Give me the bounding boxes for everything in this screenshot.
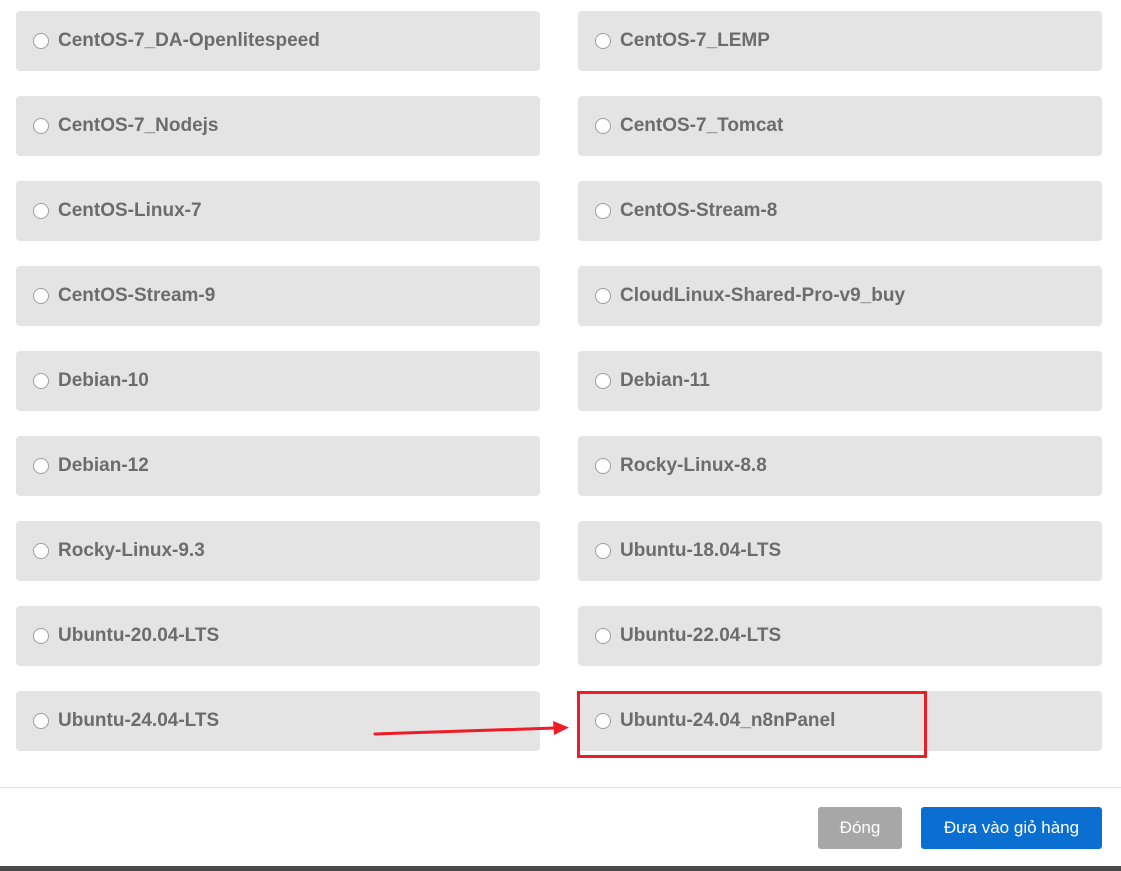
os-option-n8npanel[interactable]: Ubuntu-24.04_n8nPanel (578, 691, 1102, 751)
os-option-label: CentOS-Stream-9 (58, 285, 216, 306)
os-option[interactable]: Ubuntu-22.04-LTS (578, 606, 1102, 666)
radio-button[interactable] (595, 373, 611, 389)
radio-button[interactable] (595, 628, 611, 644)
os-option[interactable]: Ubuntu-24.04-LTS (16, 691, 540, 751)
radio-button[interactable] (33, 713, 49, 729)
os-option[interactable]: Ubuntu-18.04-LTS (578, 521, 1102, 581)
os-option[interactable]: CentOS-Linux-7 (16, 181, 540, 241)
os-option-label: Ubuntu-24.04_n8nPanel (620, 710, 836, 731)
os-option-label: CentOS-Stream-8 (620, 200, 778, 221)
os-option-label: CentOS-Linux-7 (58, 200, 202, 221)
radio-button[interactable] (595, 458, 611, 474)
radio-button[interactable] (595, 713, 611, 729)
radio-button[interactable] (33, 33, 49, 49)
radio-button[interactable] (595, 33, 611, 49)
os-option[interactable]: Debian-11 (578, 351, 1102, 411)
radio-button[interactable] (33, 288, 49, 304)
os-option[interactable]: Debian-12 (16, 436, 540, 496)
close-button[interactable]: Đóng (818, 807, 902, 849)
os-option[interactable]: Debian-10 (16, 351, 540, 411)
os-option[interactable]: Rocky-Linux-8.8 (578, 436, 1102, 496)
os-option[interactable]: CentOS-7_Tomcat (578, 96, 1102, 156)
os-option-label: CloudLinux-Shared-Pro-v9_buy (620, 285, 906, 306)
radio-button[interactable] (33, 373, 49, 389)
os-option-label: Ubuntu-18.04-LTS (620, 540, 782, 561)
os-option-label: CentOS-7_DA-Openlitespeed (58, 30, 320, 51)
os-option[interactable]: CentOS-7_DA-Openlitespeed (16, 11, 540, 71)
os-selection-modal: CentOS-7_DA-Openlitespeed CentOS-7_LEMP … (0, 0, 1121, 871)
add-to-cart-button[interactable]: Đưa vào giỏ hàng (921, 807, 1102, 849)
os-option-label: CentOS-7_LEMP (620, 30, 770, 51)
os-option[interactable]: Rocky-Linux-9.3 (16, 521, 540, 581)
radio-button[interactable] (33, 458, 49, 474)
backdrop-edge (0, 866, 1121, 871)
radio-button[interactable] (595, 543, 611, 559)
os-option-label: Rocky-Linux-8.8 (620, 455, 767, 476)
radio-button[interactable] (595, 203, 611, 219)
radio-button[interactable] (33, 118, 49, 134)
footer-divider (0, 787, 1121, 788)
os-option[interactable]: Ubuntu-20.04-LTS (16, 606, 540, 666)
os-option-label: Debian-12 (58, 455, 149, 476)
os-option-label: Ubuntu-24.04-LTS (58, 710, 220, 731)
radio-button[interactable] (595, 288, 611, 304)
os-option-label: Debian-11 (620, 370, 710, 391)
os-option-label: Ubuntu-20.04-LTS (58, 625, 220, 646)
os-options-grid: CentOS-7_DA-Openlitespeed CentOS-7_LEMP … (16, 11, 1102, 751)
os-option-label: CentOS-7_Nodejs (58, 115, 219, 136)
os-option[interactable]: CentOS-7_LEMP (578, 11, 1102, 71)
os-option-label: Rocky-Linux-9.3 (58, 540, 205, 561)
os-option[interactable]: CloudLinux-Shared-Pro-v9_buy (578, 266, 1102, 326)
radio-button[interactable] (33, 543, 49, 559)
radio-button[interactable] (595, 118, 611, 134)
radio-button[interactable] (33, 628, 49, 644)
os-option-label: Ubuntu-22.04-LTS (620, 625, 782, 646)
radio-button[interactable] (33, 203, 49, 219)
os-option[interactable]: CentOS-Stream-8 (578, 181, 1102, 241)
os-option[interactable]: CentOS-Stream-9 (16, 266, 540, 326)
os-option-label: CentOS-7_Tomcat (620, 115, 784, 136)
os-option-label: Debian-10 (58, 370, 149, 391)
os-option[interactable]: CentOS-7_Nodejs (16, 96, 540, 156)
